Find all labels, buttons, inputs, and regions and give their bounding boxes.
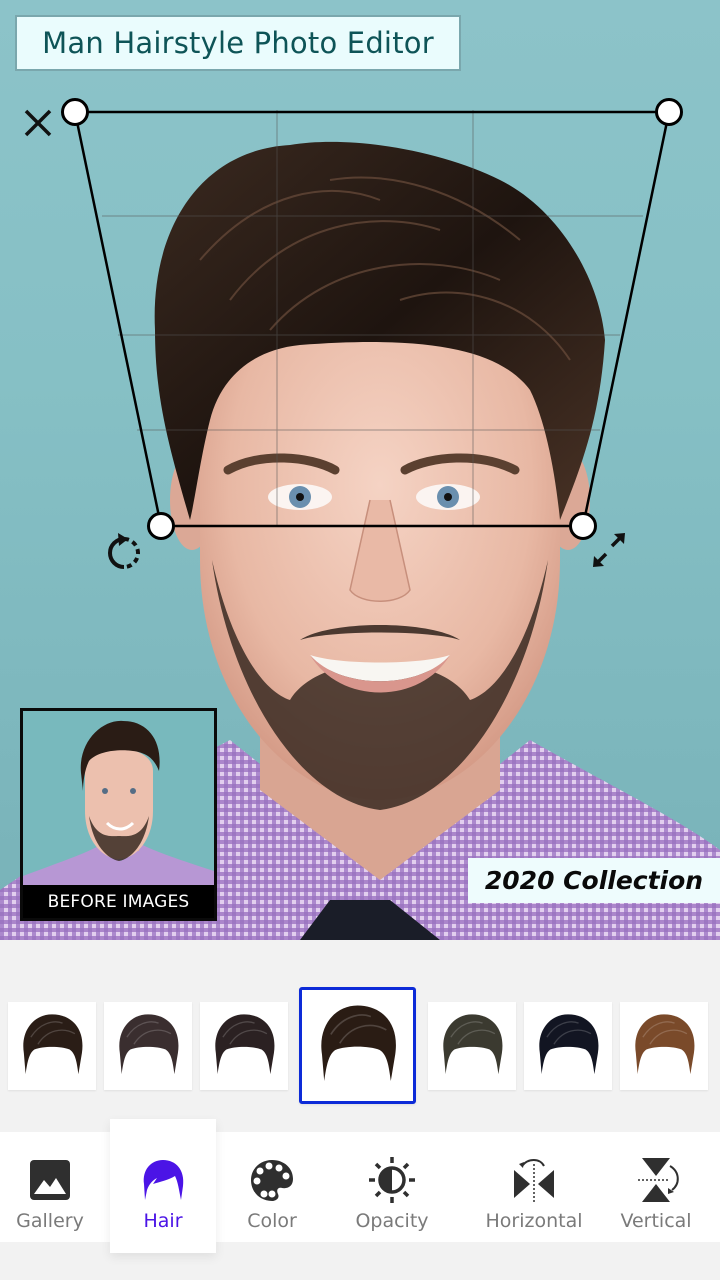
- nav-gallery[interactable]: Gallery: [0, 1132, 100, 1242]
- nav-opacity[interactable]: Opacity: [342, 1132, 442, 1242]
- bottom-toolbar: Gallery Hair Color Opacity Horizontal Ve…: [0, 1119, 720, 1253]
- hairstyle-carousel[interactable]: [0, 940, 720, 1130]
- hairstyle-image: [539, 1014, 599, 1075]
- hairstyle-image: [119, 1014, 179, 1075]
- palette-icon: [251, 1160, 293, 1201]
- hairstyle-thumb[interactable]: [428, 1002, 516, 1090]
- nav-label-gallery: Gallery: [16, 1210, 84, 1232]
- hairstyle-image: [443, 1014, 503, 1075]
- nav-hair[interactable]: Hair: [110, 1119, 216, 1253]
- before-image-preview[interactable]: BEFORE IMAGES: [20, 708, 217, 921]
- close-button[interactable]: [20, 103, 56, 139]
- before-caption: BEFORE IMAGES: [47, 891, 190, 912]
- hairstyle-image: [635, 1014, 695, 1075]
- hairstyle-image: [215, 1014, 275, 1075]
- nav-label-vertical: Vertical: [620, 1210, 692, 1232]
- flip-vertical-icon: [638, 1158, 679, 1202]
- handle-top-right[interactable]: [655, 98, 683, 126]
- handle-top-left[interactable]: [61, 98, 89, 126]
- flip-horizontal-icon: [514, 1159, 554, 1202]
- hairstyle-thumb[interactable]: [524, 1002, 612, 1090]
- app-title: Man Hairstyle Photo Editor: [42, 26, 434, 60]
- nav-vertical[interactable]: Vertical: [610, 1132, 702, 1242]
- before-thumbnail: [23, 711, 214, 885]
- hairstyle-thumb[interactable]: [200, 1002, 288, 1090]
- app-title-box: Man Hairstyle Photo Editor: [15, 15, 461, 71]
- nav-label-opacity: Opacity: [355, 1210, 429, 1232]
- nav-label-horizontal: Horizontal: [485, 1210, 583, 1232]
- close-icon: [24, 109, 52, 137]
- opacity-icon: [369, 1157, 415, 1203]
- nav-label-color: Color: [247, 1210, 297, 1232]
- nav-label-hair: Hair: [143, 1210, 183, 1232]
- hairstyle-thumb[interactable]: [299, 987, 416, 1104]
- hairstyle-thumb[interactable]: [8, 1002, 96, 1090]
- hair-icon: [143, 1160, 184, 1200]
- rotate-icon: [108, 533, 140, 569]
- photo-canvas[interactable]: Man Hairstyle Photo Editor BEFORE IMAGES…: [0, 0, 720, 940]
- rotate-button[interactable]: [102, 530, 146, 574]
- handle-bottom-left[interactable]: [147, 512, 175, 540]
- hairstyle-thumb[interactable]: [620, 1002, 708, 1090]
- scale-button[interactable]: [588, 528, 632, 572]
- nav-color[interactable]: Color: [222, 1132, 322, 1242]
- gallery-icon: [30, 1160, 70, 1200]
- nav-horizontal[interactable]: Horizontal: [474, 1132, 594, 1242]
- hairstyle-image: [23, 1014, 83, 1075]
- hairstyle-thumb[interactable]: [104, 1002, 192, 1090]
- app-root: Man Hairstyle Photo Editor BEFORE IMAGES…: [0, 0, 720, 1280]
- resize-diagonal-icon: [593, 533, 625, 567]
- hairstyle-image: [321, 1005, 396, 1082]
- collection-badge: 2020 Collection: [468, 858, 720, 903]
- collection-label: 2020 Collection: [484, 866, 704, 895]
